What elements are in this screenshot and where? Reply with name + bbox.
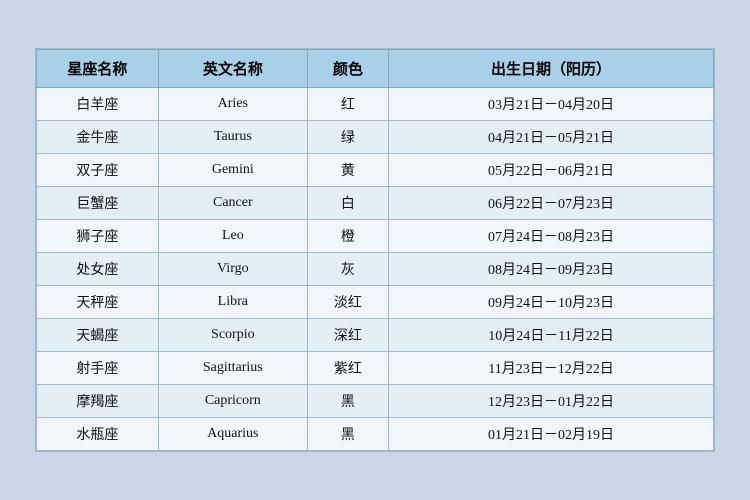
cell-color: 橙 [307,220,388,253]
cell-date: 12月23日－01月22日 [389,385,714,418]
cell-chinese: 射手座 [37,352,159,385]
cell-chinese: 白羊座 [37,88,159,121]
table-row: 水瓶座Aquarius黑01月21日－02月19日 [37,418,714,451]
header-color: 颜色 [307,50,388,88]
cell-english: Virgo [158,253,307,286]
table-row: 射手座Sagittarius紫红11月23日－12月22日 [37,352,714,385]
cell-chinese: 水瓶座 [37,418,159,451]
cell-chinese: 天蝎座 [37,319,159,352]
table-row: 双子座Gemini黄05月22日－06月21日 [37,154,714,187]
cell-english: Taurus [158,121,307,154]
cell-color: 淡红 [307,286,388,319]
cell-english: Gemini [158,154,307,187]
cell-date: 11月23日－12月22日 [389,352,714,385]
cell-date: 09月24日－10月23日 [389,286,714,319]
cell-english: Libra [158,286,307,319]
zodiac-table: 星座名称 英文名称 颜色 出生日期（阳历） 白羊座Aries红03月21日－04… [36,49,714,451]
cell-english: Scorpio [158,319,307,352]
header-chinese: 星座名称 [37,50,159,88]
table-row: 天秤座Libra淡红09月24日－10月23日 [37,286,714,319]
table-row: 白羊座Aries红03月21日－04月20日 [37,88,714,121]
cell-color: 红 [307,88,388,121]
cell-date: 04月21日－05月21日 [389,121,714,154]
table-row: 狮子座Leo橙07月24日－08月23日 [37,220,714,253]
cell-chinese: 天秤座 [37,286,159,319]
cell-chinese: 双子座 [37,154,159,187]
cell-color: 黄 [307,154,388,187]
cell-english: Leo [158,220,307,253]
header-date: 出生日期（阳历） [389,50,714,88]
cell-color: 黑 [307,385,388,418]
cell-english: Aries [158,88,307,121]
cell-date: 08月24日－09月23日 [389,253,714,286]
cell-color: 紫红 [307,352,388,385]
table-row: 摩羯座Capricorn黑12月23日－01月22日 [37,385,714,418]
cell-english: Cancer [158,187,307,220]
cell-color: 灰 [307,253,388,286]
cell-color: 绿 [307,121,388,154]
header-english: 英文名称 [158,50,307,88]
cell-english: Sagittarius [158,352,307,385]
cell-color: 深红 [307,319,388,352]
cell-date: 06月22日－07月23日 [389,187,714,220]
cell-english: Capricorn [158,385,307,418]
cell-chinese: 处女座 [37,253,159,286]
cell-chinese: 摩羯座 [37,385,159,418]
table-row: 巨蟹座Cancer白06月22日－07月23日 [37,187,714,220]
cell-date: 10月24日－11月22日 [389,319,714,352]
cell-date: 03月21日－04月20日 [389,88,714,121]
cell-date: 07月24日－08月23日 [389,220,714,253]
cell-color: 白 [307,187,388,220]
table-row: 金牛座Taurus绿04月21日－05月21日 [37,121,714,154]
table-row: 处女座Virgo灰08月24日－09月23日 [37,253,714,286]
cell-english: Aquarius [158,418,307,451]
cell-date: 01月21日－02月19日 [389,418,714,451]
cell-color: 黑 [307,418,388,451]
table-row: 天蝎座Scorpio深红10月24日－11月22日 [37,319,714,352]
table-header-row: 星座名称 英文名称 颜色 出生日期（阳历） [37,50,714,88]
cell-date: 05月22日－06月21日 [389,154,714,187]
cell-chinese: 金牛座 [37,121,159,154]
cell-chinese: 狮子座 [37,220,159,253]
cell-chinese: 巨蟹座 [37,187,159,220]
zodiac-table-container: 星座名称 英文名称 颜色 出生日期（阳历） 白羊座Aries红03月21日－04… [35,48,715,452]
